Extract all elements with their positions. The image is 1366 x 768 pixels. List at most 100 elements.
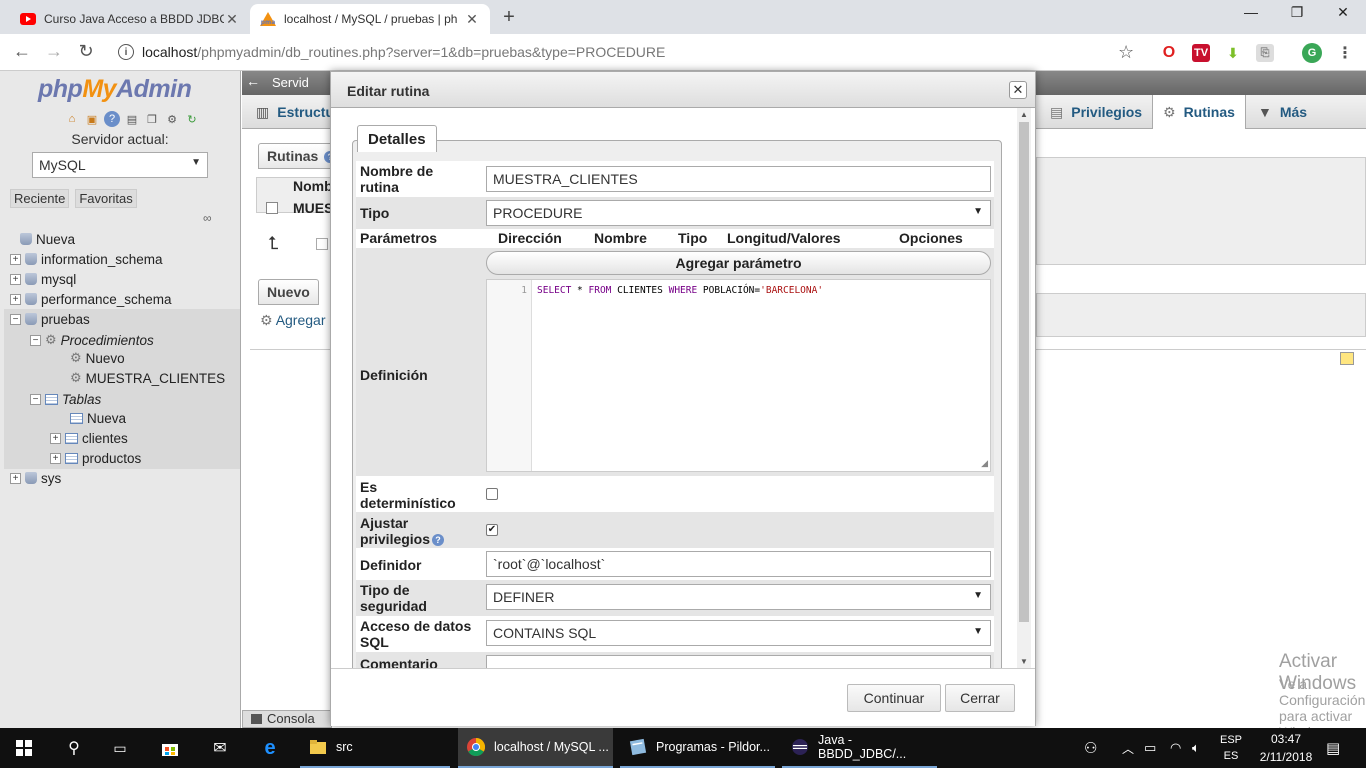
tree-item-pruebas[interactable]: − pruebas [10, 309, 90, 329]
start-button[interactable] [12, 728, 36, 768]
collapse-icon[interactable]: − [10, 313, 21, 325]
row-checkbox[interactable] [266, 202, 278, 214]
routine-type-select[interactable]: PROCEDURE ▼ [486, 200, 991, 226]
browser-tab-youtube[interactable]: Curso Java Acceso a BBDD JDBC ✕ [10, 4, 250, 34]
tab-privileges[interactable]: ▤ Privilegios [1040, 95, 1152, 129]
dialog-scrollbar[interactable]: ▲ ▼ [1017, 108, 1031, 668]
info-icon[interactable]: i [118, 44, 134, 60]
scroll-thumb[interactable] [1019, 122, 1029, 622]
expand-icon[interactable]: + [10, 253, 21, 265]
taskbar-item-chrome[interactable]: localhost / MySQL ... [458, 728, 613, 768]
volume-icon[interactable]: 🔈︎ [1192, 728, 1200, 768]
exit-icon[interactable]: ▣ [84, 111, 100, 127]
expand-icon[interactable]: + [50, 432, 61, 444]
definition-code-editor[interactable]: 1 SELECT * FROM CLIENTES WHERE POBLACIÓN… [486, 279, 991, 472]
tree-item-sys[interactable]: + sys [10, 468, 61, 488]
show-hidden-icons-icon[interactable]: ︿ [1122, 728, 1134, 768]
docs-icon[interactable]: ▤ [124, 111, 140, 127]
tree-item-procedures[interactable]: − ⚙ Procedimientos [30, 330, 154, 350]
bookmark-star-icon[interactable]: ☆ [1118, 42, 1134, 63]
continue-button[interactable]: Continuar [847, 684, 941, 712]
reload-icon[interactable]: ↻ [74, 41, 98, 62]
help-icon[interactable]: ? [104, 111, 120, 127]
search-icon[interactable]: ⚲ [62, 728, 86, 768]
input-language[interactable]: ESP ES [1220, 728, 1242, 768]
resize-handle-icon[interactable]: ◢ [981, 458, 988, 469]
tree-item-mysql[interactable]: + mysql [10, 269, 76, 289]
minimize-icon[interactable]: — [1228, 4, 1274, 20]
tree-item-new-procedure[interactable]: ⚙ Nuevo [70, 348, 125, 368]
add-parameter-button[interactable]: Agregar parámetro [486, 251, 991, 275]
taskbar-item-eclipse[interactable]: Java - BBDD_JDBC/... [782, 728, 937, 768]
tab-favorites[interactable]: Favoritas [75, 189, 137, 208]
profile-icon[interactable]: G [1302, 43, 1322, 63]
tree-item-information-schema[interactable]: + information_schema [10, 249, 163, 269]
tree-item-clientes[interactable]: + clientes [50, 428, 128, 448]
menu-icon[interactable]: ⋮ [1336, 44, 1354, 62]
deterministic-checkbox[interactable] [486, 488, 498, 500]
breadcrumb-server[interactable]: Servid [272, 75, 309, 90]
collapse-nav-icon[interactable]: ← [246, 73, 260, 89]
forward-icon[interactable]: → [42, 41, 66, 62]
link-icon[interactable]: ∞ [203, 211, 212, 225]
tab-recent[interactable]: Reciente [10, 189, 70, 208]
expand-icon[interactable]: + [10, 273, 21, 285]
pdf-icon[interactable]: ⎘ [1256, 44, 1274, 62]
tree-item-tables[interactable]: − Tablas [30, 389, 101, 409]
scroll-down-icon[interactable]: ▼ [1017, 657, 1031, 666]
edge-icon[interactable]: e [258, 728, 282, 768]
close-tab-icon[interactable]: ✕ [224, 11, 240, 28]
routine-name-input[interactable]: MUESTRA_CLIENTES [486, 166, 991, 192]
close-button[interactable]: Cerrar [945, 684, 1015, 712]
tab-more[interactable]: ▼ Más [1248, 95, 1317, 129]
adjust-privileges-checkbox[interactable]: ✔ [486, 524, 498, 536]
restore-icon[interactable]: ❐ [1274, 4, 1320, 21]
address-bar[interactable]: i localhost/phpmyadmin/db_routines.php?s… [108, 38, 1148, 66]
copy-icon[interactable]: ❐ [144, 111, 160, 127]
expand-icon[interactable]: + [10, 472, 21, 484]
task-view-icon[interactable]: ▭ [108, 728, 132, 768]
tree-item-productos[interactable]: + productos [50, 448, 141, 468]
clock[interactable]: 03:47 2/11/2018 [1255, 728, 1317, 768]
close-tab-icon[interactable]: ✕ [464, 11, 480, 28]
close-icon[interactable]: ✕ [1009, 81, 1027, 99]
collapse-icon[interactable]: − [30, 393, 41, 405]
sticky-note-icon[interactable] [1340, 352, 1354, 365]
settings-icon[interactable]: ⚙ [164, 111, 180, 127]
opera-icon[interactable]: O [1160, 44, 1178, 62]
tree-item-new-db[interactable]: Nueva [20, 229, 75, 249]
tv-icon[interactable]: TV [1192, 44, 1210, 62]
check-all-checkbox[interactable] [316, 238, 328, 250]
expand-icon[interactable]: + [10, 293, 21, 305]
tree-item-performance-schema[interactable]: + performance_schema [10, 289, 172, 309]
scroll-up-icon[interactable]: ▲ [1017, 110, 1031, 119]
sql-data-access-select[interactable]: CONTAINS SQL ▼ [486, 620, 991, 646]
add-routine-link[interactable]: ⚙ Agregar [260, 312, 326, 329]
wifi-icon[interactable]: ◠ [1170, 728, 1181, 768]
notifications-icon[interactable]: ▤ [1326, 728, 1340, 768]
console-toggle[interactable]: Consola [242, 710, 332, 728]
back-icon[interactable]: ← [10, 41, 34, 62]
phpmyadmin-logo[interactable]: phpMyAdmin [38, 75, 192, 104]
taskbar-item-src[interactable]: src [300, 728, 450, 768]
store-icon[interactable] [158, 728, 182, 768]
people-icon[interactable]: ⚇ [1084, 728, 1097, 768]
help-icon[interactable]: ? [432, 534, 445, 547]
browser-tab-phpmyadmin[interactable]: pma localhost / MySQL / pruebas | ph ✕ [250, 4, 490, 34]
tree-item-muestra-clientes[interactable]: ⚙ MUESTRA_CLIENTES [70, 368, 225, 388]
expand-icon[interactable]: + [50, 452, 61, 464]
tab-routines[interactable]: ⚙ Rutinas [1152, 95, 1246, 129]
security-type-select[interactable]: DEFINER ▼ [486, 584, 991, 610]
definer-input[interactable]: `root`@`localhost` [486, 551, 991, 577]
close-window-icon[interactable]: ✕ [1320, 4, 1366, 21]
download-icon[interactable]: ⬇ [1224, 44, 1242, 62]
tree-item-new-table[interactable]: Nueva [70, 408, 126, 428]
battery-icon[interactable]: ▭ [1144, 728, 1156, 768]
server-select[interactable]: MySQL ▼ [32, 152, 208, 178]
home-icon[interactable]: ⌂ [64, 111, 80, 127]
new-tab-button[interactable]: + [498, 6, 520, 29]
mail-icon[interactable]: ✉ [206, 728, 234, 768]
refresh-icon[interactable]: ↻ [184, 111, 200, 127]
collapse-icon[interactable]: − [30, 334, 41, 346]
taskbar-item-notepad[interactable]: Programas - Pildor... [620, 728, 775, 768]
